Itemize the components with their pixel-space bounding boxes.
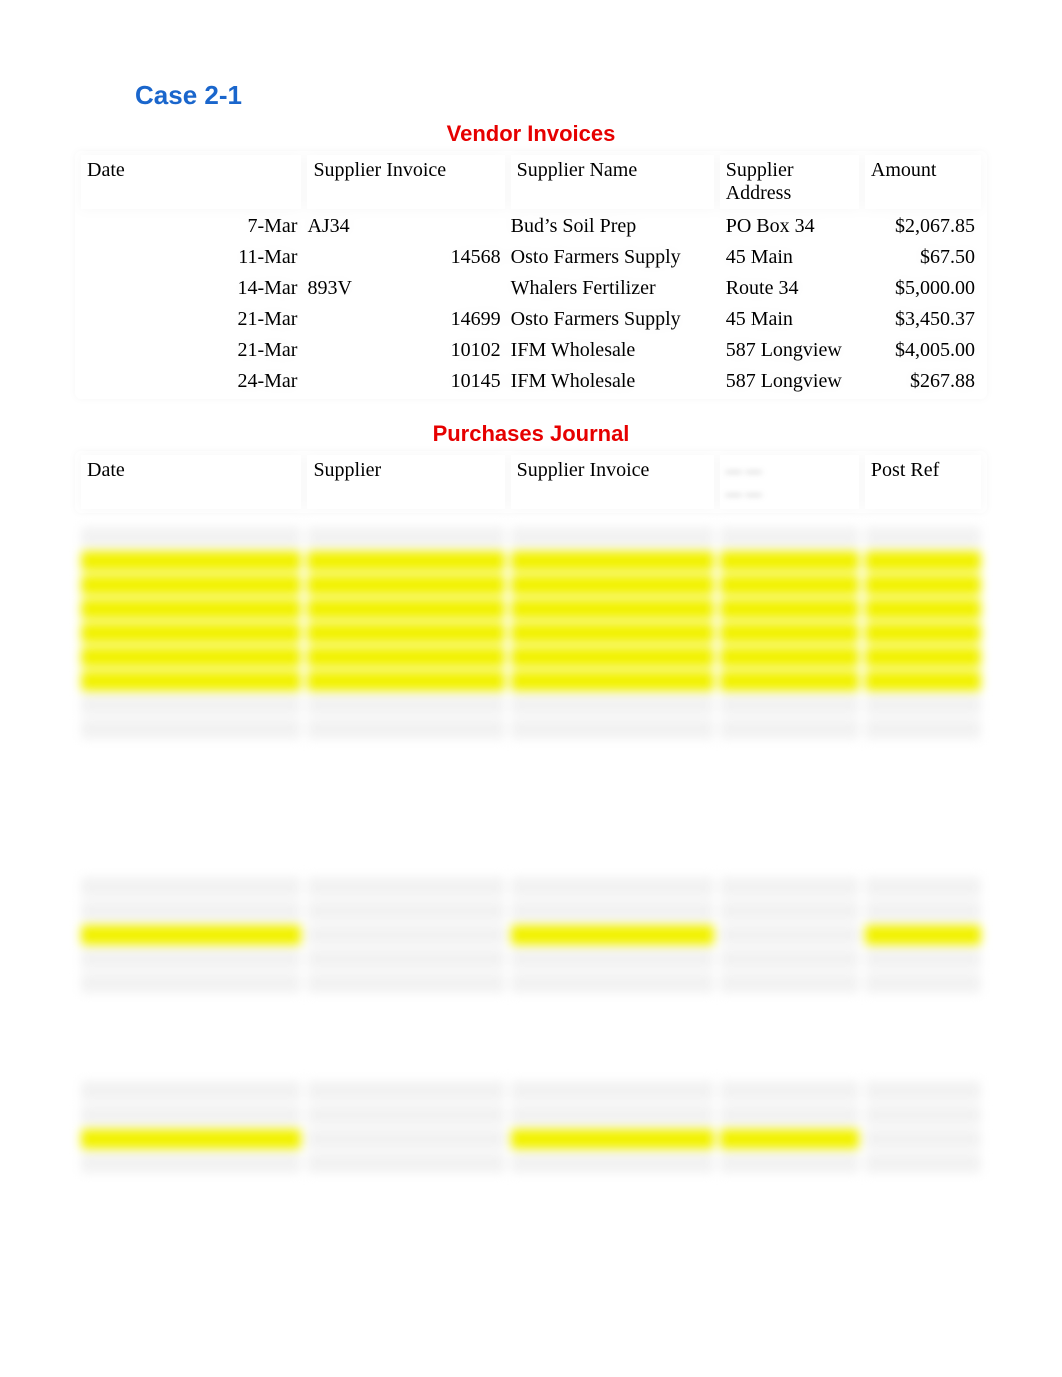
cell-name: IFM Wholesale: [511, 337, 714, 364]
col-supplier: Supplier: [307, 455, 504, 509]
cell-amount: $67.50: [865, 244, 981, 271]
col-blurred: — —— —: [720, 455, 859, 509]
cell-amount: $267.88: [865, 368, 981, 395]
table-row: 7-Mar AJ34 Bud’s Soil Prep PO Box 34 $2,…: [81, 213, 981, 240]
spacer: [75, 743, 987, 863]
cell-date: 21-Mar: [81, 337, 301, 364]
cell-date: 21-Mar: [81, 306, 301, 333]
spacer: [75, 997, 987, 1067]
table-row: 21-Mar 10102 IFM Wholesale 587 Longview …: [81, 337, 981, 364]
cell-address: 45 Main: [720, 306, 859, 333]
cell-name: Bud’s Soil Prep: [511, 213, 714, 240]
vendor-invoices-table-wrap: Date Supplier Invoice Supplier Name Supp…: [75, 151, 987, 399]
cell-address: 587 Longview: [720, 337, 859, 364]
document-page: Case 2-1 Vendor Invoices Date Supplier I…: [0, 0, 1062, 1217]
col-amount: Amount: [865, 155, 981, 209]
col-address: Supplier Address: [720, 155, 859, 209]
purchases-journal-table: Date Supplier Supplier Invoice — —— — Po…: [75, 451, 987, 513]
cell-invoice: 14699: [307, 306, 504, 333]
table-row: 14-Mar 893V Whalers Fertilizer Route 34 …: [81, 275, 981, 302]
col-postref: Post Ref: [865, 455, 981, 509]
cell-amount: $5,000.00: [865, 275, 981, 302]
col-date: Date: [81, 455, 301, 509]
cell-date: 7-Mar: [81, 213, 301, 240]
cell-date: 24-Mar: [81, 368, 301, 395]
vendor-invoices-title: Vendor Invoices: [75, 121, 987, 147]
table-row: 24-Mar 10145 IFM Wholesale 587 Longview …: [81, 368, 981, 395]
cell-invoice: 14568: [307, 244, 504, 271]
cell-invoice: 10145: [307, 368, 504, 395]
table-row: 11-Mar 14568 Osto Farmers Supply 45 Main…: [81, 244, 981, 271]
cell-invoice: 893V: [307, 275, 504, 302]
cell-date: 14-Mar: [81, 275, 301, 302]
cell-invoice: 10102: [307, 337, 504, 364]
vendor-invoices-table: Date Supplier Invoice Supplier Name Supp…: [75, 151, 987, 399]
table-row: 21-Mar 14699 Osto Farmers Supply 45 Main…: [81, 306, 981, 333]
cell-address: 587 Longview: [720, 368, 859, 395]
table-header-row: Date Supplier Supplier Invoice — —— — Po…: [81, 455, 981, 509]
purchases-journal-table-wrap: Date Supplier Supplier Invoice — —— — Po…: [75, 451, 987, 513]
cell-name: IFM Wholesale: [511, 368, 714, 395]
cell-amount: $2,067.85: [865, 213, 981, 240]
blurred-header-text: — —— —: [726, 463, 762, 503]
cell-address: Route 34: [720, 275, 859, 302]
purchases-journal-title: Purchases Journal: [75, 421, 987, 447]
col-invoice: Supplier Invoice: [307, 155, 504, 209]
cell-amount: $4,005.00: [865, 337, 981, 364]
cell-name: Osto Farmers Supply: [511, 306, 714, 333]
table-header-row: Date Supplier Invoice Supplier Name Supp…: [81, 155, 981, 209]
case-title: Case 2-1: [135, 80, 987, 111]
cell-address: PO Box 34: [720, 213, 859, 240]
cell-name: Whalers Fertilizer: [511, 275, 714, 302]
col-invoice: Supplier Invoice: [511, 455, 714, 509]
cell-amount: $3,450.37: [865, 306, 981, 333]
blurred-table-block-1: [75, 873, 987, 997]
purchases-journal-blurred-rows: [75, 523, 987, 743]
cell-date: 11-Mar: [81, 244, 301, 271]
col-name: Supplier Name: [511, 155, 714, 209]
cell-name: Osto Farmers Supply: [511, 244, 714, 271]
blurred-table-block-2: [75, 1077, 987, 1177]
col-date: Date: [81, 155, 301, 209]
cell-invoice: AJ34: [307, 213, 504, 240]
cell-address: 45 Main: [720, 244, 859, 271]
